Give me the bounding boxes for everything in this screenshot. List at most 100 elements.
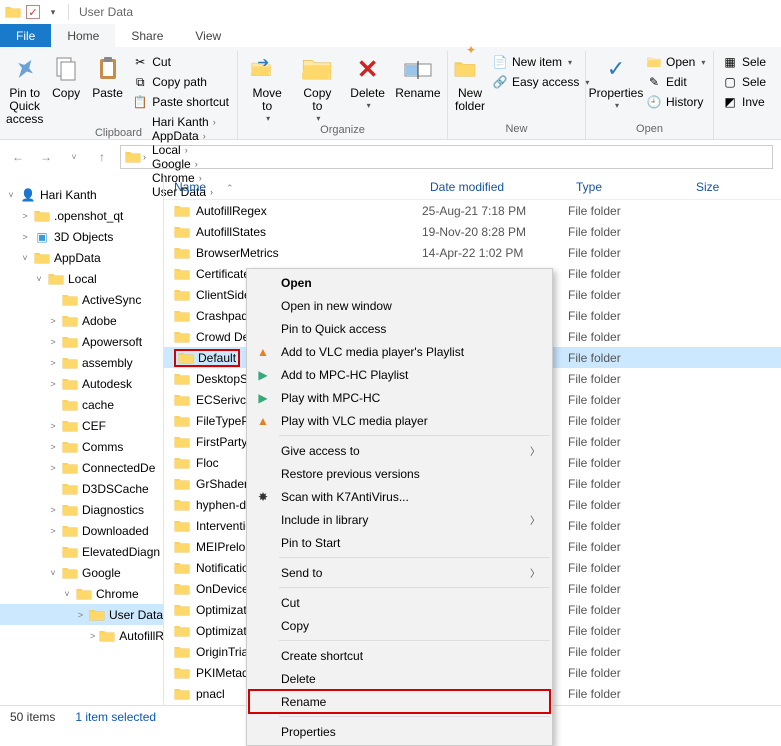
col-date[interactable]: Date modified: [422, 180, 568, 194]
expand-icon[interactable]: >: [48, 421, 58, 431]
move-to-button[interactable]: ➔Move to▾: [244, 51, 290, 124]
column-headers[interactable]: Name⌃ Date modified Type Size: [164, 174, 781, 200]
tree-item[interactable]: >Apowersoft: [0, 331, 163, 352]
context-menu-item[interactable]: Pin to Start: [249, 531, 550, 554]
paste-button[interactable]: Paste: [89, 51, 126, 100]
expand-icon[interactable]: >: [48, 379, 58, 389]
tree-item[interactable]: ˅👤Hari Kanth: [0, 184, 163, 205]
expand-icon[interactable]: ˅: [48, 568, 58, 578]
tree-item[interactable]: ActiveSync: [0, 289, 163, 310]
tab-view[interactable]: View: [179, 24, 237, 47]
invert-selection-button[interactable]: ◩Inve: [720, 93, 768, 111]
open-button[interactable]: Open▾: [644, 53, 707, 71]
edit-button[interactable]: ✎Edit: [644, 73, 707, 91]
pin-quick-access-button[interactable]: Pin to Quick access: [6, 51, 43, 127]
rename-button[interactable]: Rename: [395, 51, 441, 100]
copy-button[interactable]: Copy: [47, 51, 84, 100]
expand-icon[interactable]: >: [48, 358, 58, 368]
copy-path-button[interactable]: ⧉Copy path: [130, 73, 231, 91]
context-menu-item[interactable]: Give access to〉: [249, 439, 550, 462]
tree-item[interactable]: cache: [0, 394, 163, 415]
tree-item[interactable]: >Autodesk: [0, 373, 163, 394]
col-type[interactable]: Type: [568, 180, 688, 194]
context-menu-item[interactable]: Pin to Quick access: [249, 317, 550, 340]
context-menu-item[interactable]: Cut: [249, 591, 550, 614]
list-item[interactable]: AutofillStates19-Nov-20 8:28 PMFile fold…: [164, 221, 781, 242]
context-menu-item[interactable]: Create shortcut: [249, 644, 550, 667]
new-folder-button[interactable]: ✦New folder: [454, 51, 486, 113]
list-item[interactable]: AutofillRegex25-Aug-21 7:18 PMFile folde…: [164, 200, 781, 221]
select-all-button[interactable]: ▦Sele: [720, 53, 768, 71]
tab-file[interactable]: File: [0, 24, 51, 47]
context-menu-item[interactable]: Properties: [249, 720, 550, 743]
tree-item[interactable]: >User Data: [0, 604, 163, 625]
tree-item[interactable]: >Adobe: [0, 310, 163, 331]
tree-item[interactable]: >assembly: [0, 352, 163, 373]
easy-access-button[interactable]: 🔗Easy access▾: [490, 73, 591, 91]
tree-item[interactable]: ˅Chrome: [0, 583, 163, 604]
nav-recent-button[interactable]: ˅: [64, 147, 84, 167]
tree-item[interactable]: >.openshot_qt: [0, 205, 163, 226]
nav-up-button[interactable]: ↑: [92, 147, 112, 167]
context-menu-item[interactable]: ✸Scan with K7AntiVirus...: [249, 485, 550, 508]
expand-icon[interactable]: >: [48, 337, 58, 347]
context-menu-item[interactable]: Open: [249, 271, 550, 294]
context-menu-item[interactable]: Copy: [249, 614, 550, 637]
list-item[interactable]: BrowserMetrics14-Apr-22 1:02 PMFile fold…: [164, 242, 781, 263]
expand-icon[interactable]: >: [20, 211, 30, 221]
expand-icon[interactable]: ˅: [62, 589, 72, 599]
qa-checkbox-icon[interactable]: ✓: [26, 5, 40, 19]
context-menu-item[interactable]: Rename: [249, 690, 550, 713]
expand-icon[interactable]: >: [48, 505, 58, 515]
tree-item[interactable]: ˅AppData: [0, 247, 163, 268]
col-size[interactable]: Size: [688, 180, 781, 194]
delete-button[interactable]: ✕Delete▾: [345, 51, 391, 111]
paste-shortcut-button[interactable]: 📋Paste shortcut: [130, 93, 231, 111]
tree-item[interactable]: ˅Google: [0, 562, 163, 583]
tree-item[interactable]: >CEF: [0, 415, 163, 436]
history-button[interactable]: 🕘History: [644, 93, 707, 111]
col-name[interactable]: Name⌃: [164, 180, 422, 194]
context-menu-item[interactable]: ▶Add to MPC-HC Playlist: [249, 363, 550, 386]
tree-item[interactable]: >AutofillR: [0, 625, 163, 646]
breadcrumb-segment[interactable]: AppData›: [148, 129, 220, 143]
breadcrumb[interactable]: › Hari Kanth›AppData›Local›Google›Chrome…: [120, 145, 773, 169]
context-menu-item[interactable]: ▲Add to VLC media player's Playlist: [249, 340, 550, 363]
cut-button[interactable]: ✂Cut: [130, 53, 231, 71]
expand-icon[interactable]: >: [48, 442, 58, 452]
expand-icon[interactable]: >: [90, 631, 95, 641]
tree-item[interactable]: >Diagnostics: [0, 499, 163, 520]
breadcrumb-segment[interactable]: Local›: [148, 143, 220, 157]
tab-share[interactable]: Share: [115, 24, 179, 47]
breadcrumb-segment[interactable]: Hari Kanth›: [148, 115, 220, 129]
context-menu-item[interactable]: Restore previous versions: [249, 462, 550, 485]
expand-icon[interactable]: >: [48, 463, 58, 473]
tree-item[interactable]: >ConnectedDe: [0, 457, 163, 478]
expand-icon[interactable]: >: [76, 610, 85, 620]
properties-button[interactable]: ✓Properties▾: [592, 51, 640, 111]
tree-item[interactable]: ElevatedDiagn: [0, 541, 163, 562]
expand-icon[interactable]: ˅: [20, 253, 30, 263]
tab-home[interactable]: Home: [51, 24, 115, 47]
tree-item[interactable]: >▣3D Objects: [0, 226, 163, 247]
context-menu-item[interactable]: ▶Play with MPC-HC: [249, 386, 550, 409]
context-menu-item[interactable]: Send to〉: [249, 561, 550, 584]
expand-icon[interactable]: ˅: [34, 274, 44, 284]
tree-item[interactable]: D3DSCache: [0, 478, 163, 499]
tree-item[interactable]: >Downloaded: [0, 520, 163, 541]
nav-back-button[interactable]: ←: [8, 147, 28, 167]
tree-item[interactable]: >Comms: [0, 436, 163, 457]
breadcrumb-segment[interactable]: Google›: [148, 157, 220, 171]
context-menu-item[interactable]: Delete: [249, 667, 550, 690]
nav-forward-button[interactable]: →: [36, 147, 56, 167]
tree-item[interactable]: ˅Local: [0, 268, 163, 289]
context-menu-item[interactable]: Include in library〉: [249, 508, 550, 531]
select-none-button[interactable]: ▢Sele: [720, 73, 768, 91]
expand-icon[interactable]: >: [48, 316, 58, 326]
expand-icon[interactable]: >: [20, 232, 30, 242]
expand-icon[interactable]: >: [48, 526, 58, 536]
context-menu-item[interactable]: Open in new window: [249, 294, 550, 317]
nav-tree[interactable]: ˅👤Hari Kanth>.openshot_qt>▣3D Objects˅Ap…: [0, 174, 164, 705]
new-item-button[interactable]: 📄New item▾: [490, 53, 591, 71]
qa-dropdown-icon[interactable]: ▾: [44, 3, 62, 21]
